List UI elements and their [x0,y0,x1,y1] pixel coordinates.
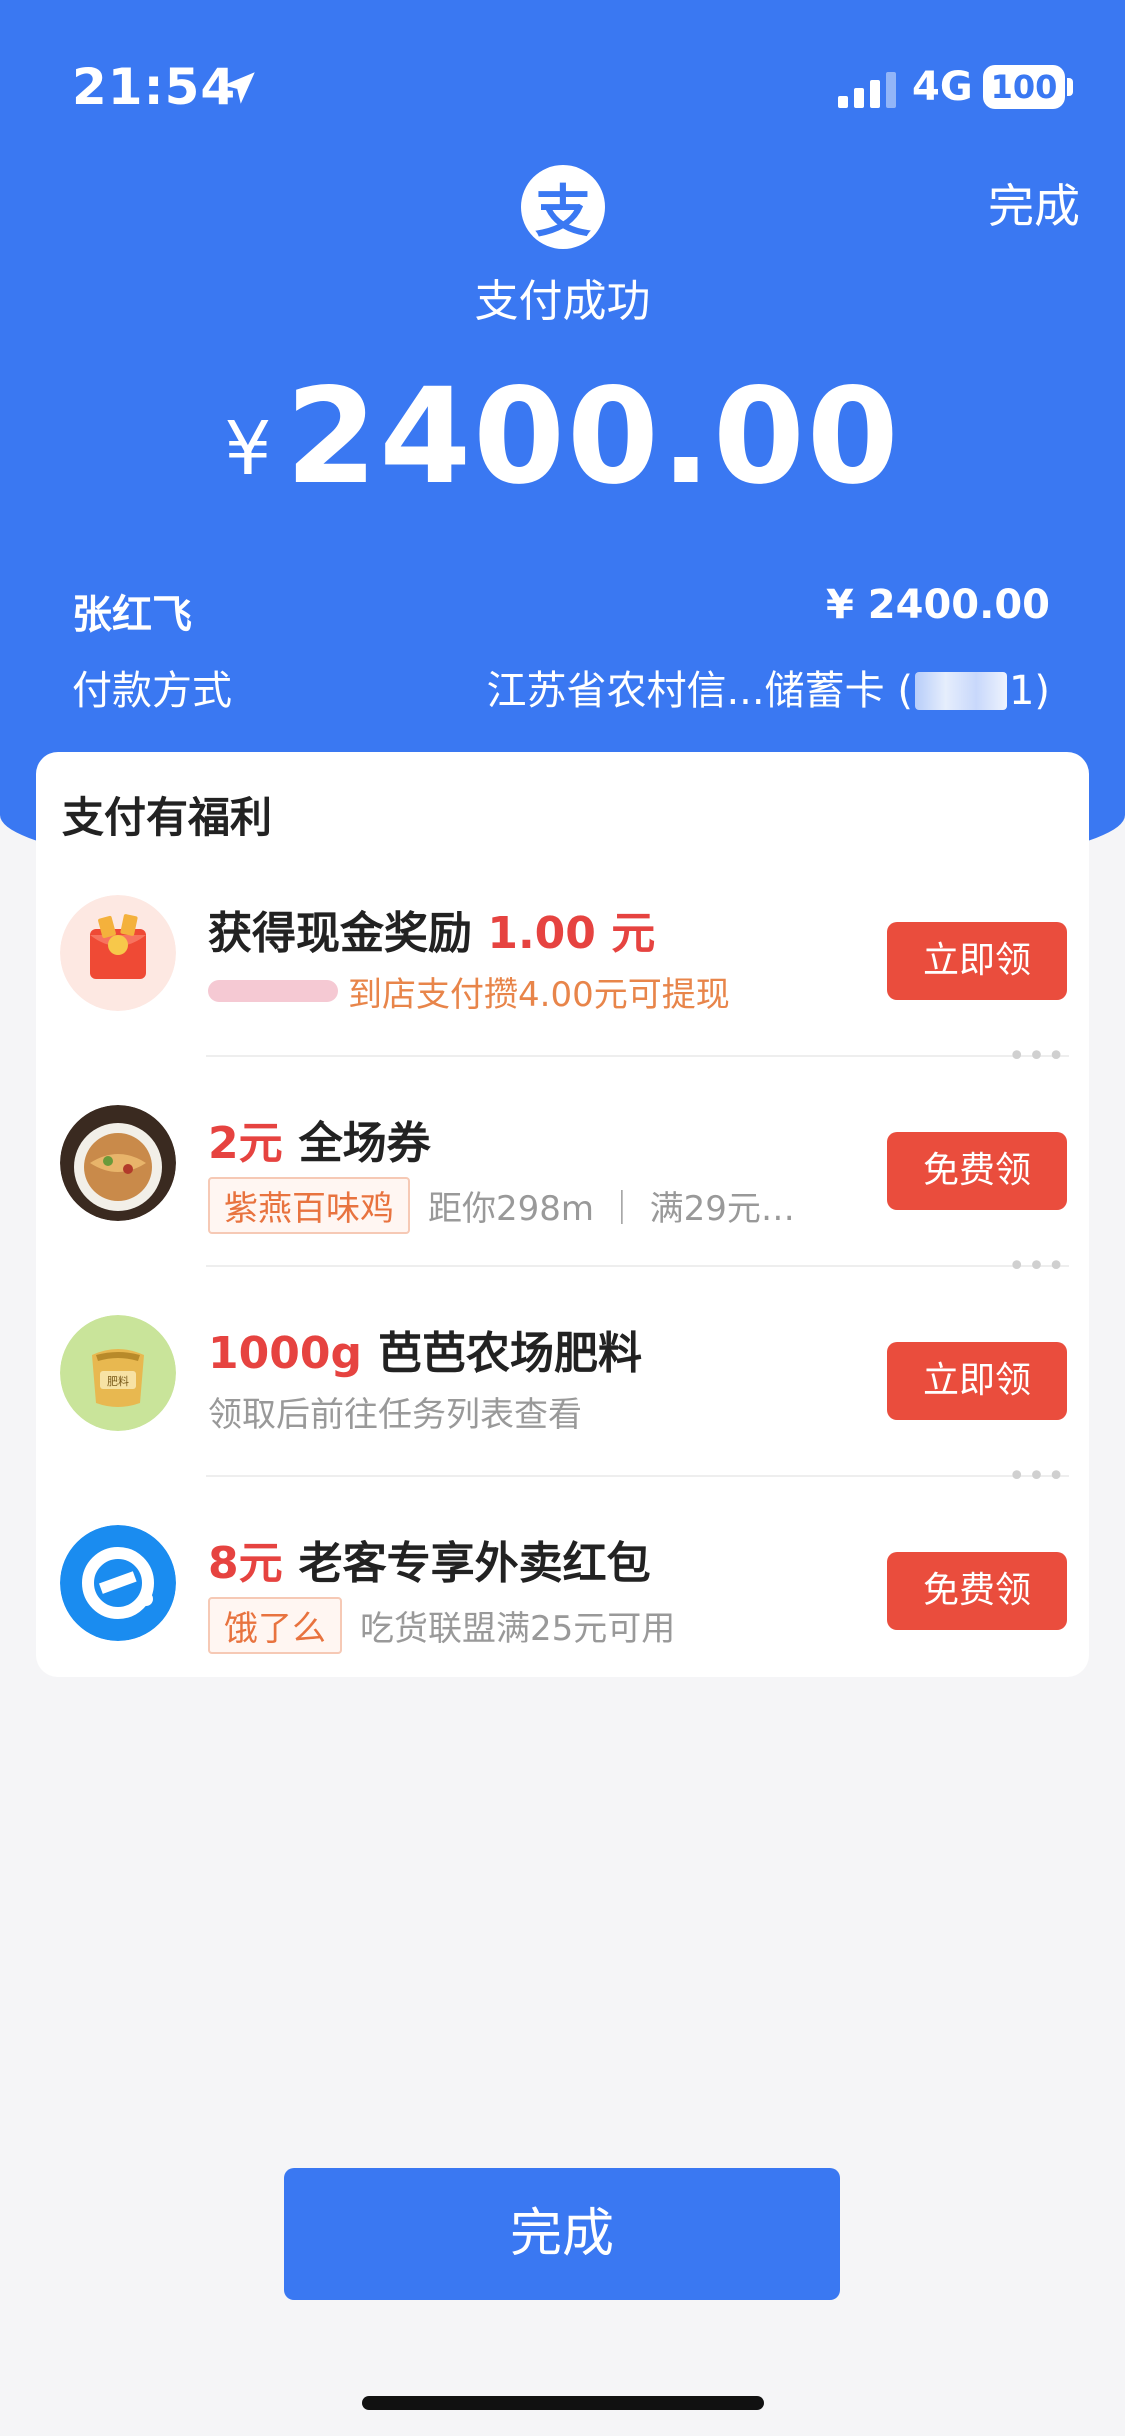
benefit-subtitle: 紫燕百味鸡 距你298m ｜ 满29元… [208,1177,795,1234]
food-bowl-icon [60,1105,176,1221]
benefit-item-cash-reward[interactable]: 获得现金奖励 1.00 元 到店支付攒4.00元可提现 立即领 [36,847,1089,1057]
reward-unit: 元 [611,908,656,959]
benefit-subtitle: 到店支付攒4.00元可提现 [208,967,730,1016]
payment-amount: ¥2400.00 [0,360,1125,514]
benefit-subtitle-text: 吃货联盟满25元可用 [360,1609,676,1649]
currency-symbol: ¥ [224,406,272,492]
benefit-item-fertilizer[interactable]: ••• 肥料 1000g 芭芭农场肥料 领取后前往任务列表查看 立即领 [36,1249,1089,1477]
battery-nub [1067,78,1073,96]
fertilizer-title: 芭芭农场肥料 [377,1328,642,1379]
payment-method-suffix: 1) [1008,668,1050,714]
battery-indicator: 100 [983,65,1065,109]
benefit-subtitle: 领取后前往任务列表查看 [208,1395,582,1435]
benefit-subtitle-text: 距你298m ｜ 满29元… [428,1189,795,1229]
masked-text [208,980,338,1002]
benefit-title: 获得现金奖励 1.00 元 [208,897,655,961]
home-indicator[interactable] [362,2396,764,2410]
benefit-subtitle: 饿了么 吃货联盟满25元可用 [208,1597,675,1654]
benefit-item-coupon[interactable]: ••• 2元 全场券 紫燕百味鸡 距你298m ｜ 满29元… 免费领 [36,1039,1089,1267]
reward-amount: 1.00 [487,908,596,959]
done-button[interactable]: 完成 [284,2168,840,2300]
network-type: 4G [912,64,973,110]
fertilizer-bag-icon: 肥料 [60,1315,176,1431]
redpacket-amount: 8元 [208,1538,283,1589]
more-options-icon[interactable]: ••• [1008,1459,1067,1494]
merchant-tag: 饿了么 [208,1597,342,1654]
red-envelope-icon [60,895,176,1011]
payee-name: 张红飞 [72,592,192,638]
payee-amount: ¥ 2400.00 [826,582,1050,628]
merchant-tag: 紫燕百味鸡 [208,1177,410,1234]
done-button-top[interactable]: 完成 [988,170,1080,236]
more-options-icon[interactable]: ••• [1008,1249,1067,1284]
benefits-card: 支付有福利 获得现金奖励 1.00 元 到店支付攒4.00元可提现 立即领 ••… [36,752,1089,1677]
claim-button[interactable]: 立即领 [887,922,1067,1000]
benefit-subtitle-text: 到店支付攒4.00元可提现 [348,975,730,1015]
more-options-icon[interactable]: ••• [1008,1039,1067,1074]
cellular-signal-icon [838,72,896,108]
benefits-title: 支付有福利 [62,793,273,842]
claim-button[interactable]: 免费领 [887,1552,1067,1630]
status-time: 21:54 [72,58,237,116]
claim-button[interactable]: 免费领 [887,1132,1067,1210]
fertilizer-amount: 1000g [208,1328,362,1379]
svg-text:肥料: 肥料 [107,1374,129,1388]
benefit-title-prefix: 获得现金奖励 [208,908,472,959]
payment-method-value: 江苏省农村信...储蓄卡 ( 1) [486,658,1050,716]
benefit-title: 1000g 芭芭农场肥料 [208,1317,642,1381]
benefit-title: 2元 全场券 [208,1107,431,1171]
payment-method-label: 付款方式 [72,668,232,714]
eleme-logo-icon [60,1525,176,1641]
amount-value: 2400.00 [285,360,901,514]
benefit-title: 8元 老客专享外卖红包 [208,1527,651,1591]
coupon-amount: 2元 [208,1118,283,1169]
alipay-logo-icon: 支 [521,165,605,249]
coupon-title: 全场券 [298,1118,431,1169]
claim-button[interactable]: 立即领 [887,1342,1067,1420]
payment-success-text: 支付成功 [474,276,651,327]
location-arrow-icon [223,72,255,104]
redpacket-title: 老客专享外卖红包 [298,1538,651,1589]
masked-card-number [914,672,1007,710]
payment-method-prefix: 江苏省农村信...储蓄卡 ( [486,668,913,714]
benefit-item-delivery[interactable]: ••• 8元 老客专享外卖红包 饿了么 吃货联盟满25元可用 免费领 [36,1459,1089,1687]
